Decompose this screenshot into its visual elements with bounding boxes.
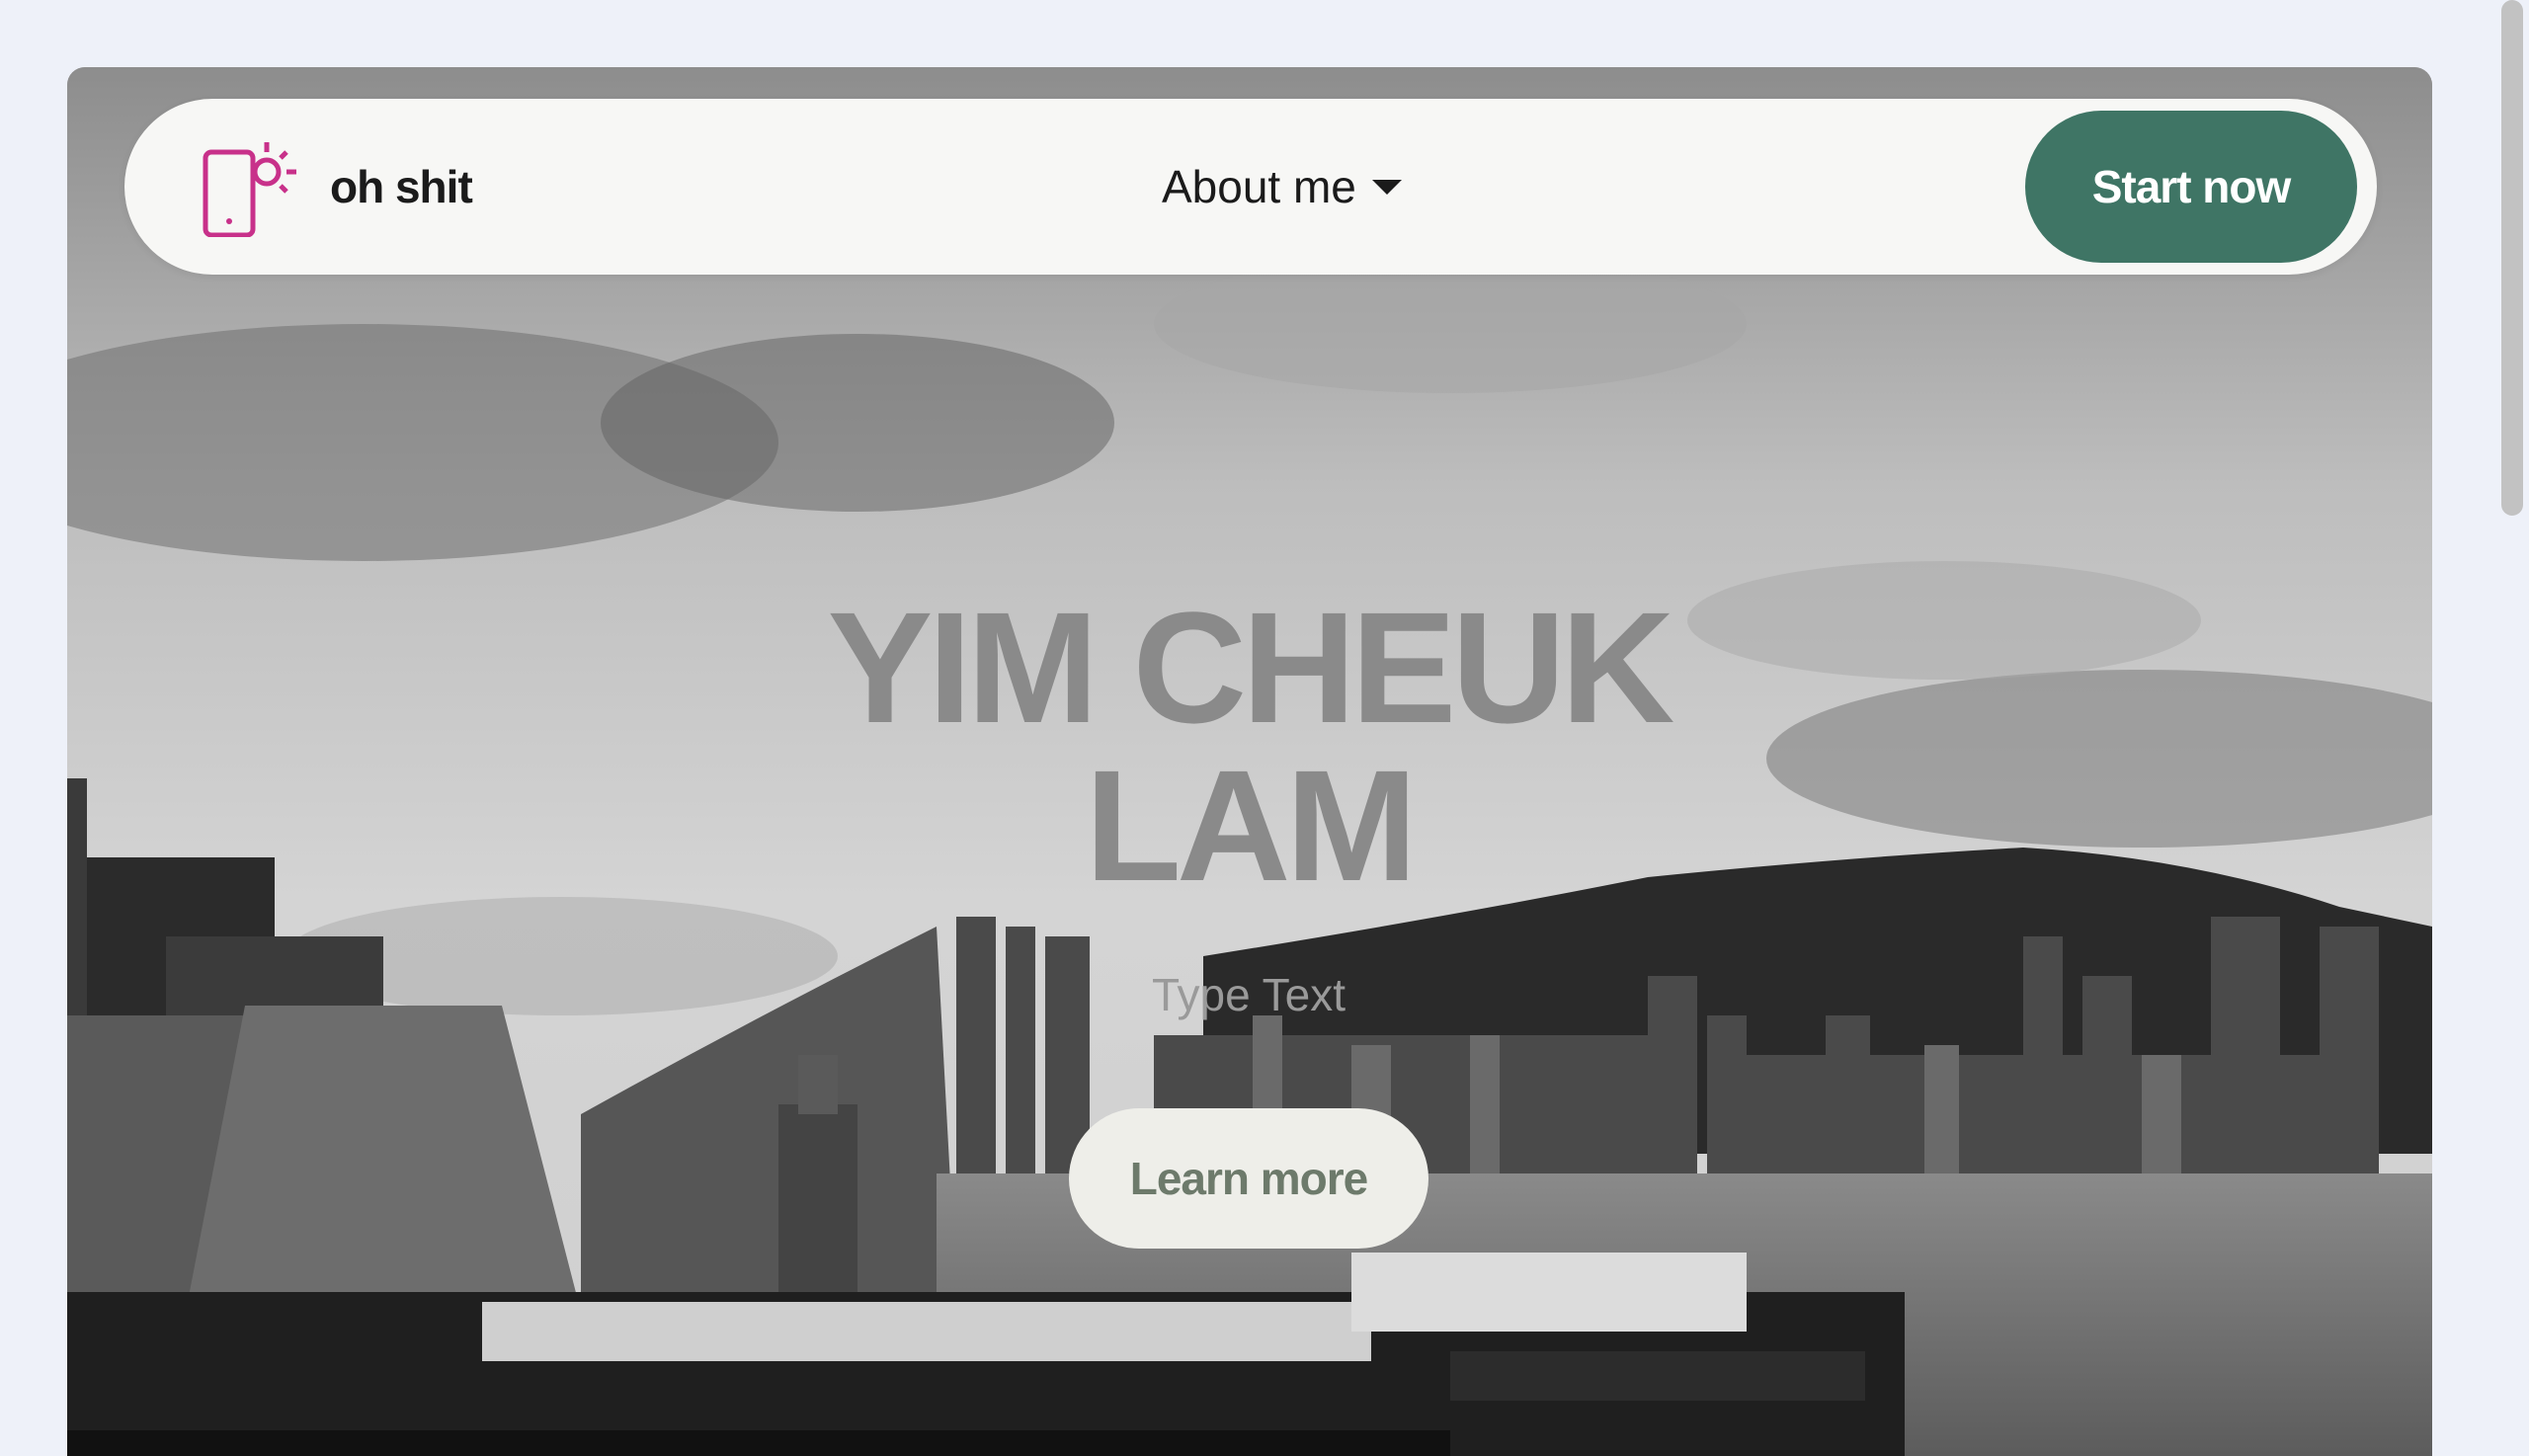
hero-subtext: Type Text bbox=[1151, 969, 1346, 1020]
learn-more-button[interactable]: Learn more bbox=[1069, 1108, 1428, 1249]
brand-name[interactable]: oh shit bbox=[330, 99, 473, 275]
hero-title: YIM CHEUK LAM bbox=[593, 589, 1905, 905]
hero-title-line-1: YIM CHEUK bbox=[827, 579, 1675, 756]
chevron-down-icon bbox=[1371, 179, 1402, 195]
about-me-label: About me bbox=[1162, 161, 1356, 212]
hero-title-line-2: LAM bbox=[1085, 737, 1418, 914]
phone-sun-logo-icon[interactable] bbox=[202, 138, 302, 237]
start-now-button[interactable]: Start now bbox=[2025, 111, 2357, 263]
about-me-dropdown[interactable]: About me bbox=[1162, 99, 1402, 275]
top-navbar: oh shit About me Start now bbox=[124, 99, 2377, 275]
scrollbar-thumb[interactable] bbox=[2501, 0, 2523, 516]
